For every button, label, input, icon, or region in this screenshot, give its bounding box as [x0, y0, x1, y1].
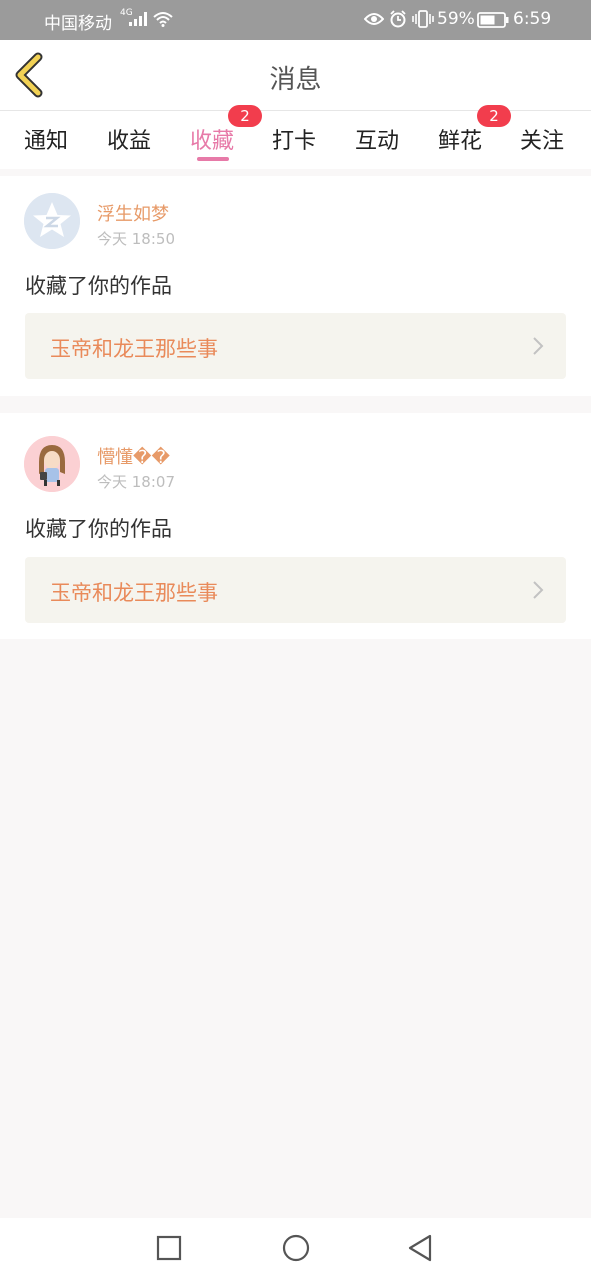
- qq-default-avatar-icon: [24, 193, 80, 249]
- message-card: 懵懂�� 今天 18:07 收藏了你的作品 玉帝和龙王那些事: [0, 413, 591, 639]
- message-time: 今天 18:07: [97, 473, 175, 491]
- wifi-icon: [153, 12, 173, 27]
- flowers-badge: 2: [477, 105, 511, 127]
- active-tab-indicator: [197, 157, 229, 161]
- username[interactable]: 懵懂��: [97, 443, 170, 469]
- tab-interaction[interactable]: 互动: [355, 123, 399, 155]
- tab-earnings[interactable]: 收益: [107, 123, 151, 155]
- page-title: 消息: [269, 65, 322, 95]
- message-card: 浮生如梦 今天 18:50 收藏了你的作品 玉帝和龙王那些事: [0, 176, 591, 396]
- work-link[interactable]: 玉帝和龙王那些事: [25, 313, 566, 379]
- carrier-label: 中国移动: [44, 14, 112, 34]
- chevron-right-icon: [533, 337, 544, 355]
- girl-avatar-icon: [24, 436, 80, 492]
- app-header: 消息: [0, 40, 591, 111]
- tab-flowers[interactable]: 鲜花: [438, 123, 482, 155]
- tab-checkin[interactable]: 打卡: [272, 123, 316, 155]
- tab-notify[interactable]: 通知: [24, 123, 68, 155]
- work-title: 玉帝和龙王那些事: [50, 337, 218, 361]
- vibrate-icon: [412, 10, 434, 28]
- avatar[interactable]: [24, 436, 80, 492]
- message-action: 收藏了你的作品: [25, 517, 172, 541]
- signal-icon: [129, 12, 147, 26]
- clock: 6:59: [513, 9, 552, 29]
- eye-icon: [364, 13, 384, 25]
- battery-percent: 59%: [437, 9, 475, 29]
- status-bar: 中国移动 4G 59% 6:59: [0, 0, 591, 40]
- tab-favorites[interactable]: 收藏: [190, 123, 234, 155]
- message-time: 今天 18:50: [97, 230, 175, 248]
- home-icon[interactable]: [281, 1233, 311, 1263]
- tab-follow[interactable]: 关注: [520, 123, 564, 155]
- battery-icon: [477, 12, 509, 28]
- message-action: 收藏了你的作品: [25, 274, 172, 298]
- back-icon[interactable]: [406, 1233, 434, 1263]
- avatar[interactable]: [24, 193, 80, 249]
- favorites-badge: 2: [228, 105, 262, 127]
- username[interactable]: 浮生如梦: [97, 200, 169, 226]
- tab-bar: 通知 收益 收藏 打卡 互动 鲜花 关注 2 2: [0, 105, 591, 169]
- recent-apps-icon[interactable]: [156, 1233, 182, 1263]
- work-link[interactable]: 玉帝和龙王那些事: [25, 557, 566, 623]
- work-title: 玉帝和龙王那些事: [50, 581, 218, 605]
- alarm-icon: [390, 10, 406, 28]
- chevron-right-icon: [533, 581, 544, 599]
- system-nav-bar: [0, 1218, 591, 1280]
